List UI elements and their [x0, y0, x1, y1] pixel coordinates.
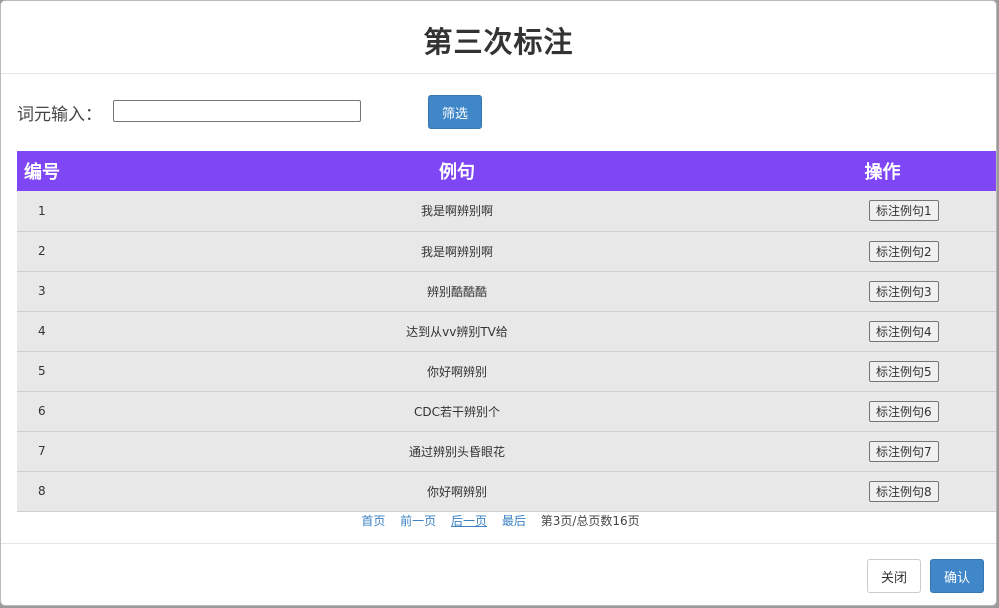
row-id: 4 — [38, 324, 46, 338]
prev-page-link[interactable]: 前一页 — [400, 514, 436, 528]
header-id: 编号 — [24, 162, 60, 183]
table-header: 编号 例句 操作 — [17, 151, 996, 191]
last-page-link[interactable]: 最后 — [502, 514, 526, 528]
token-input[interactable] — [113, 100, 361, 122]
annotate-sentence-button[interactable]: 标注例句7 — [869, 440, 939, 462]
table-row: 2 我是啊辨别啊 标注例句2 — [17, 231, 996, 271]
table-row: 8 你好啊辨别 标注例句8 — [17, 471, 996, 511]
row-id: 3 — [38, 284, 46, 298]
annotate-sentence-button[interactable]: 标注例句2 — [869, 240, 939, 262]
table-row: 3 辨别酷酷酷 标注例句3 — [17, 271, 996, 311]
annotate-sentence-button[interactable]: 标注例句4 — [869, 320, 939, 342]
sentence-table: 编号 例句 操作 1 我是啊辨别啊 标注例句1 2 我是啊辨别啊 标注例句2 3… — [17, 151, 996, 512]
page-info: 第3页/总页数16页 — [540, 514, 640, 528]
row-id: 6 — [38, 404, 46, 418]
header-action: 操作 — [864, 162, 901, 183]
table-row: 7 通过辨别头昏眼花 标注例句7 — [17, 431, 996, 471]
row-id: 5 — [38, 364, 46, 378]
row-sentence: 达到从vv辨别TV给 — [406, 324, 508, 339]
annotate-sentence-button[interactable]: 标注例句3 — [869, 280, 939, 302]
table-row: 4 达到从vv辨别TV给 标注例句4 — [17, 311, 996, 351]
annotate-sentence-button[interactable]: 标注例句1 — [869, 200, 939, 222]
table-body: 1 我是啊辨别啊 标注例句1 2 我是啊辨别啊 标注例句2 3 辨别酷酷酷 标注… — [17, 191, 996, 511]
row-id: 7 — [38, 444, 46, 458]
next-page-link[interactable]: 后一页 — [451, 514, 487, 528]
table-row: 1 我是啊辨别啊 标注例句1 — [17, 191, 996, 231]
row-sentence: 辨别酷酷酷 — [426, 284, 487, 299]
annotate-sentence-button[interactable]: 标注例句5 — [869, 360, 939, 382]
row-id: 1 — [38, 203, 46, 218]
row-id: 2 — [38, 244, 46, 258]
modal-header: 第三次标注 — [1, 1, 996, 74]
annotation-modal: 第三次标注 词元输入： 筛选 编号 例句 操作 1 我是啊辨别啊 标注例句1 2… — [0, 0, 997, 606]
table-row: 5 你好啊辨别 标注例句5 — [17, 351, 996, 391]
header-sentence: 例句 — [439, 162, 475, 183]
modal-footer: 关闭 确认 — [1, 543, 996, 605]
close-button[interactable]: 关闭 — [867, 559, 921, 593]
table-row: 6 CDC若干辨别个 标注例句6 — [17, 391, 996, 431]
filter-button[interactable]: 筛选 — [428, 95, 482, 129]
row-sentence: CDC若干辨别个 — [414, 404, 500, 419]
row-sentence: 你好啊辨别 — [426, 484, 487, 499]
pagination: 首页 前一页 后一页 最后 第3页/总页数16页 — [1, 511, 996, 531]
first-page-link[interactable]: 首页 — [361, 514, 385, 528]
annotate-sentence-button[interactable]: 标注例句6 — [869, 400, 939, 422]
row-sentence: 通过辨别头昏眼花 — [408, 444, 505, 459]
token-input-label: 词元输入： — [17, 105, 102, 125]
modal-title: 第三次标注 — [423, 25, 574, 59]
row-sentence: 我是啊辨别啊 — [420, 204, 493, 219]
row-id: 8 — [38, 484, 46, 498]
row-sentence: 我是啊辨别啊 — [420, 244, 493, 259]
confirm-button[interactable]: 确认 — [930, 559, 984, 593]
annotate-sentence-button[interactable]: 标注例句8 — [869, 480, 939, 502]
row-sentence: 你好啊辨别 — [426, 364, 487, 379]
